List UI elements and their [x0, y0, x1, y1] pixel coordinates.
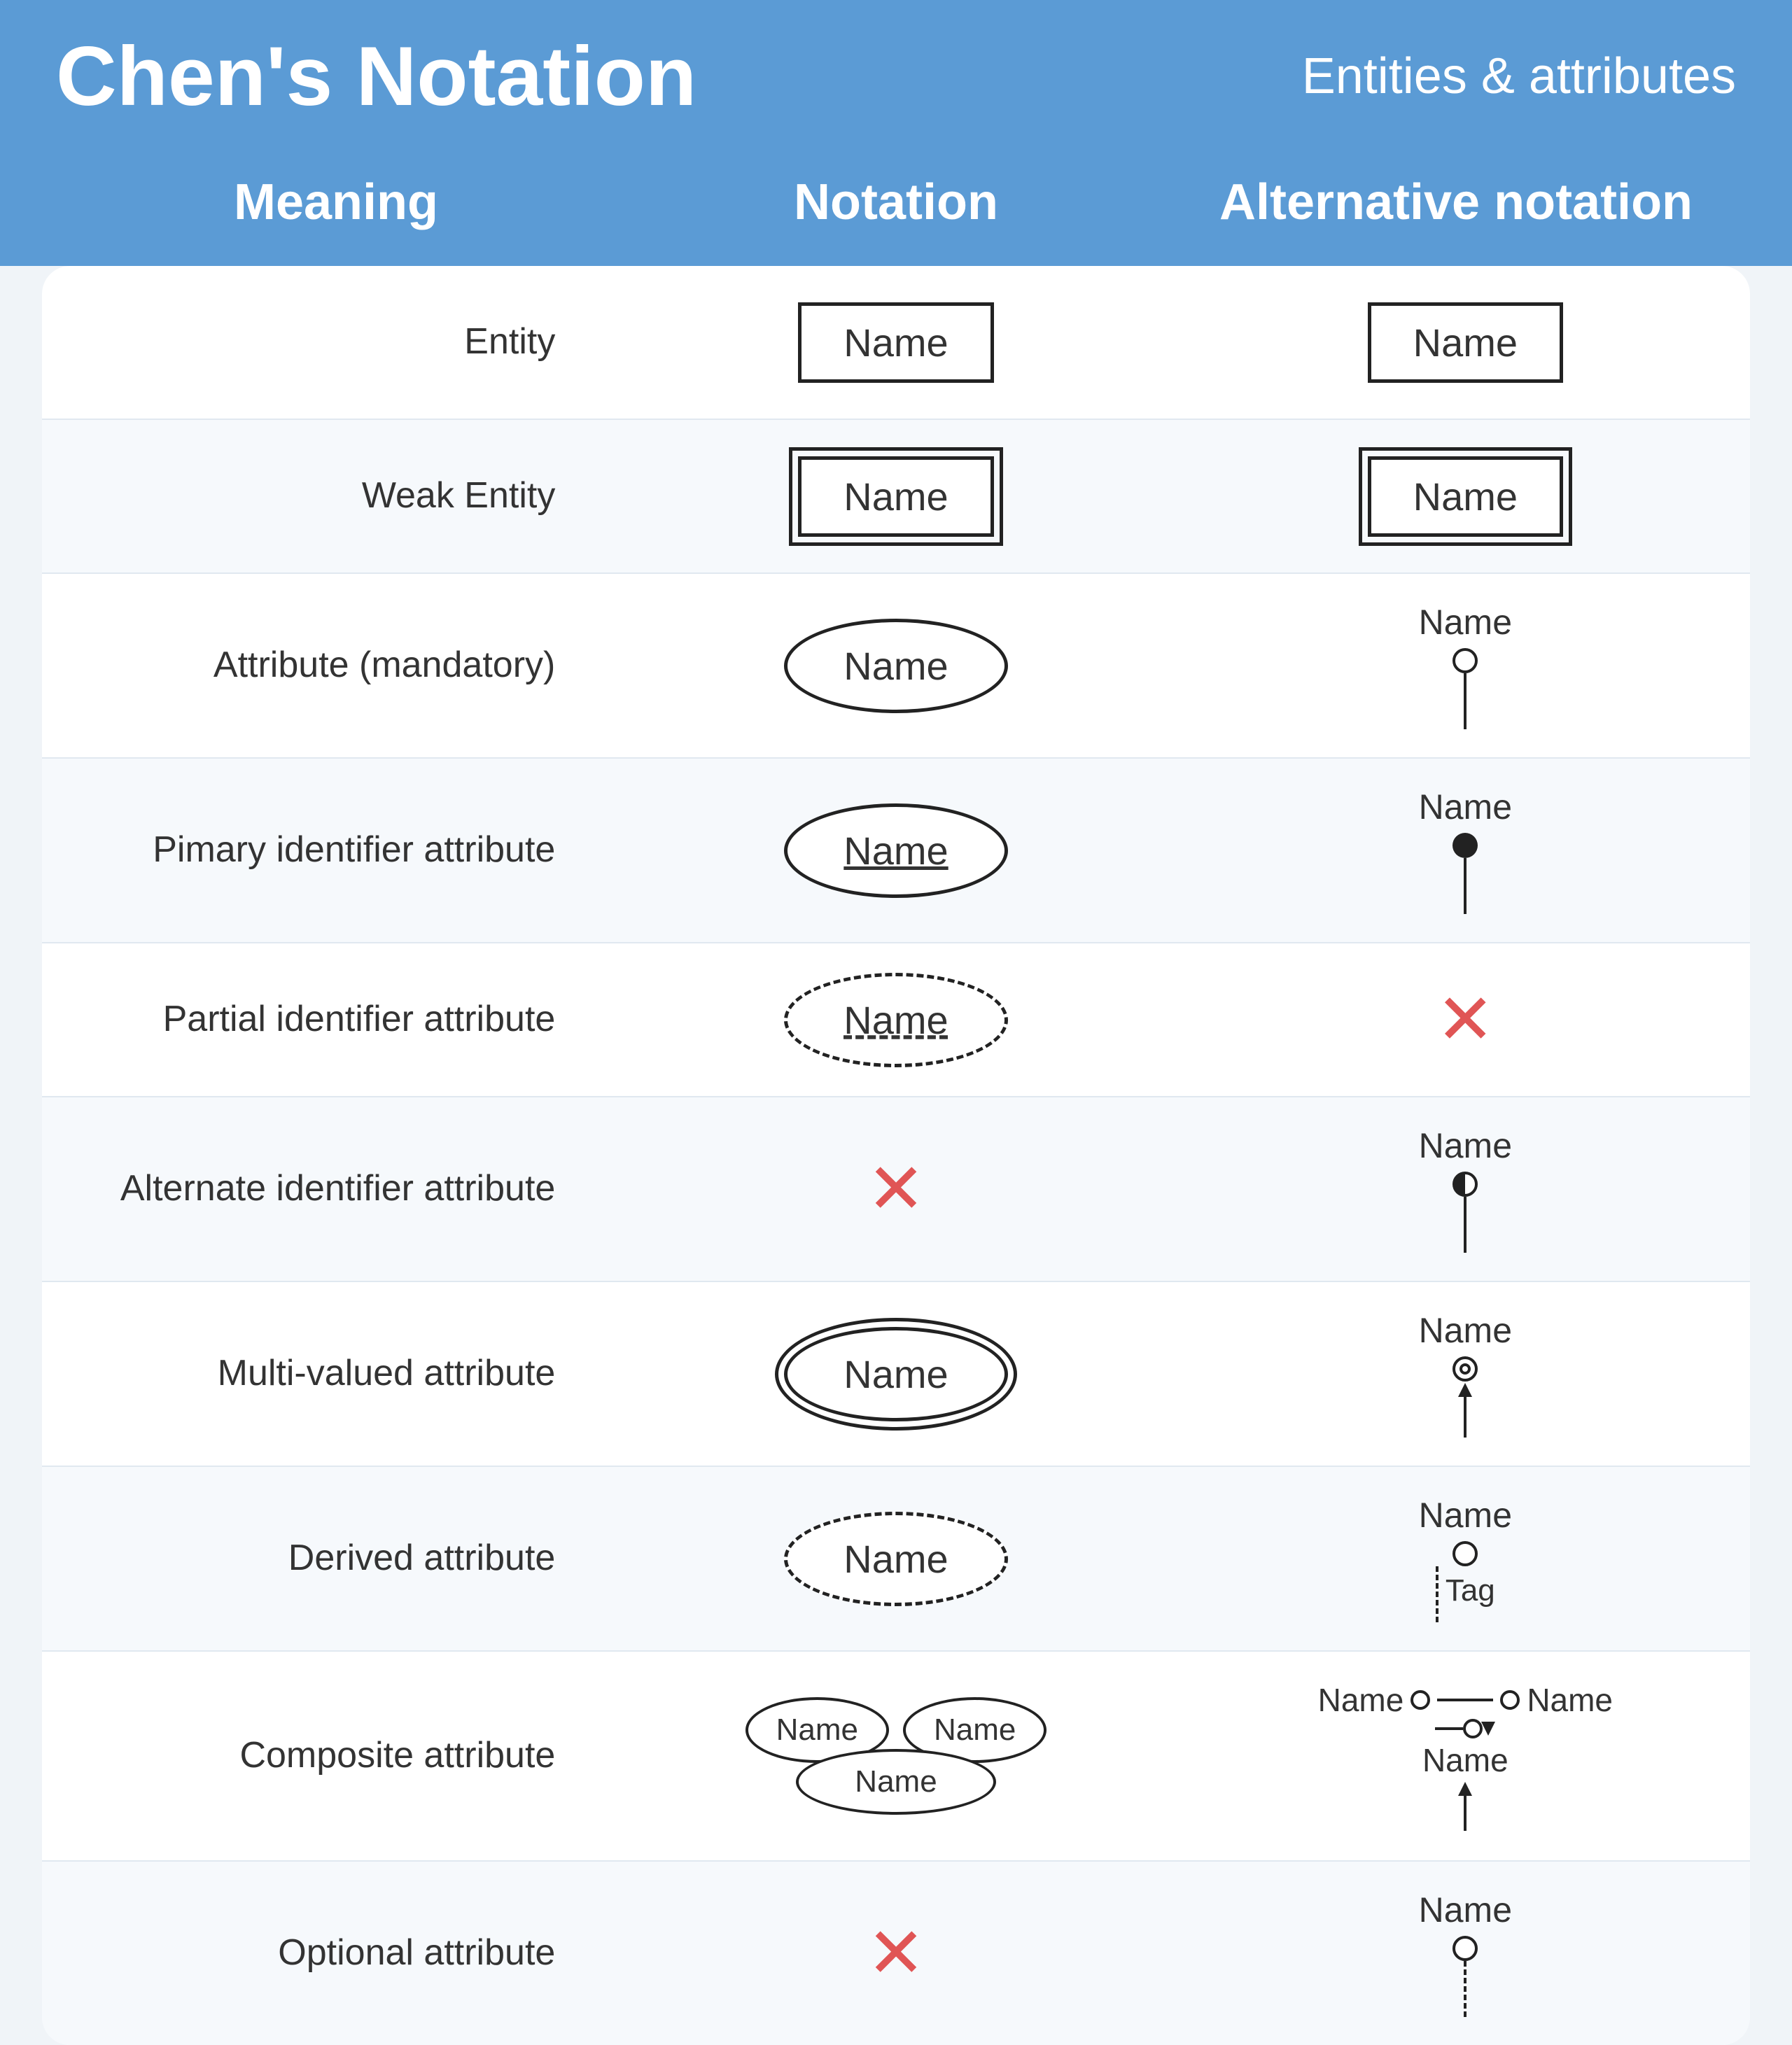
header: Chen's Notation Entities & attributes — [0, 0, 1792, 153]
open-circle-icon — [1452, 1541, 1478, 1566]
notation-cell: ✕ — [611, 1890, 1180, 2016]
table-row: Optional attribute ✕ Name — [42, 1862, 1750, 2045]
meaning-cell: Attribute (mandatory) — [42, 614, 611, 717]
entity-rect: Name — [798, 302, 993, 383]
weak-entity-rect: Name — [798, 456, 993, 537]
notation-cell: Name — [611, 945, 1180, 1095]
derived-node-label: Name — [1419, 1495, 1512, 1535]
attr-node: Name — [1419, 602, 1512, 729]
table-row: Attribute (mandatory) Name Name — [42, 574, 1750, 759]
meaning-cell: Alternate identifier attribute — [42, 1137, 611, 1241]
entity-alt-rect: Name — [1368, 302, 1563, 383]
column-headers: Meaning Notation Alternative notation — [0, 153, 1792, 266]
col-meaning: Meaning — [56, 174, 616, 231]
arrow-up-icon — [1458, 1383, 1472, 1438]
table-area: Entity Name Name Weak Entity Name Name — [42, 266, 1750, 2045]
attr-node-label: Name — [1419, 602, 1512, 642]
line-down — [1464, 1197, 1466, 1253]
alt-identifier-label: Name — [1419, 1125, 1512, 1166]
multi-node: Name — [1419, 1310, 1512, 1438]
multi-ellipse: Name — [784, 1327, 1007, 1421]
col-alternative: Alternative notation — [1176, 174, 1736, 231]
table-row: Pimary identifier attribute Name Name — [42, 759, 1750, 943]
alt-notation-cell: Name — [1181, 274, 1750, 411]
open-circle-icon — [1452, 648, 1478, 673]
table-row: Entity Name Name — [42, 266, 1750, 420]
derived-node: Name Tag — [1419, 1495, 1512, 1622]
alt-notation-cell: ✕ — [1181, 957, 1750, 1083]
attribute-ellipse: Name — [784, 619, 1007, 713]
table-row: Weak Entity Name Name — [42, 420, 1750, 574]
x-mark-icon: ✕ — [867, 1154, 925, 1224]
meaning-cell: Entity — [42, 290, 611, 394]
notation-cell: Name — [611, 1484, 1180, 1634]
table-row: Derived attribute Name Name Tag — [42, 1467, 1750, 1652]
table-row: Partial identifier attribute Name ✕ — [42, 943, 1750, 1097]
derived-ellipse: Name — [784, 1512, 1007, 1606]
half-circle-icon — [1452, 1172, 1478, 1197]
alt-notation-cell: Name — [1181, 1097, 1750, 1281]
alt-notation-cell: Name — [1181, 1282, 1750, 1466]
open-circle-icon — [1452, 1936, 1478, 1961]
notation-cell: Name — [611, 428, 1180, 565]
primary-node-label: Name — [1419, 787, 1512, 827]
meaning-cell: Composite attribute — [42, 1704, 611, 1808]
multi-node-label: Name — [1419, 1310, 1512, 1351]
line-down — [1464, 858, 1466, 914]
alt-notation-cell: Name Tag — [1181, 1467, 1750, 1650]
page-title: Chen's Notation — [56, 28, 696, 125]
alt-notation-cell: Name — [1181, 428, 1750, 565]
x-mark-icon: ✕ — [1436, 985, 1494, 1055]
line-dashed: Tag — [1436, 1566, 1495, 1622]
composite-notation: Name Name Name — [746, 1697, 1047, 1815]
x-mark-icon: ✕ — [867, 1918, 925, 1988]
meaning-cell: Partial identifier attribute — [42, 968, 611, 1071]
primary-ellipse: Name — [784, 803, 1007, 898]
alt-notation-cell: Name Name Name — [1181, 1653, 1750, 1859]
composite-main-ellipse: Name — [796, 1749, 995, 1815]
notation-cell: Name Name Name — [611, 1669, 1180, 1843]
derived-tag: Tag — [1446, 1573, 1495, 1608]
notation-cell: Name — [611, 591, 1180, 741]
alt-notation-cell: Name — [1181, 1862, 1750, 2045]
table-row: Composite attribute Name Name Name — [42, 1652, 1750, 1862]
meaning-cell: Multi-valued attribute — [42, 1322, 611, 1426]
meaning-cell: Weak Entity — [42, 444, 611, 548]
alt-notation-cell: Name — [1181, 574, 1750, 757]
open-circle-icon — [1452, 1356, 1478, 1382]
line-dashed-down — [1464, 1961, 1466, 2017]
composite-alt-tree: Name Name Name — [1318, 1681, 1613, 1831]
meaning-cell: Optional attribute — [42, 1902, 611, 2005]
page-subtitle: Entities & attributes — [1302, 48, 1736, 105]
alt-identifier-node: Name — [1419, 1125, 1512, 1253]
alt-notation-cell: Name — [1181, 759, 1750, 942]
optional-node: Name — [1419, 1890, 1512, 2017]
meaning-cell: Pimary identifier attribute — [42, 799, 611, 902]
notation-cell: Name — [611, 274, 1180, 411]
table-row: Multi-valued attribute Name Name — [42, 1282, 1750, 1467]
meaning-cell: Derived attribute — [42, 1507, 611, 1610]
partial-ellipse: Name — [784, 973, 1007, 1067]
filled-circle-icon — [1452, 833, 1478, 858]
notation-cell: Name — [611, 775, 1180, 926]
weak-entity-alt-rect: Name — [1368, 456, 1563, 537]
notation-cell: ✕ — [611, 1126, 1180, 1252]
line-down — [1464, 673, 1466, 729]
optional-node-label: Name — [1419, 1890, 1512, 1930]
table-row: Alternate identifier attribute ✕ Name — [42, 1097, 1750, 1282]
col-notation: Notation — [616, 174, 1176, 231]
notation-cell: Name — [611, 1299, 1180, 1449]
primary-node: Name — [1419, 787, 1512, 914]
